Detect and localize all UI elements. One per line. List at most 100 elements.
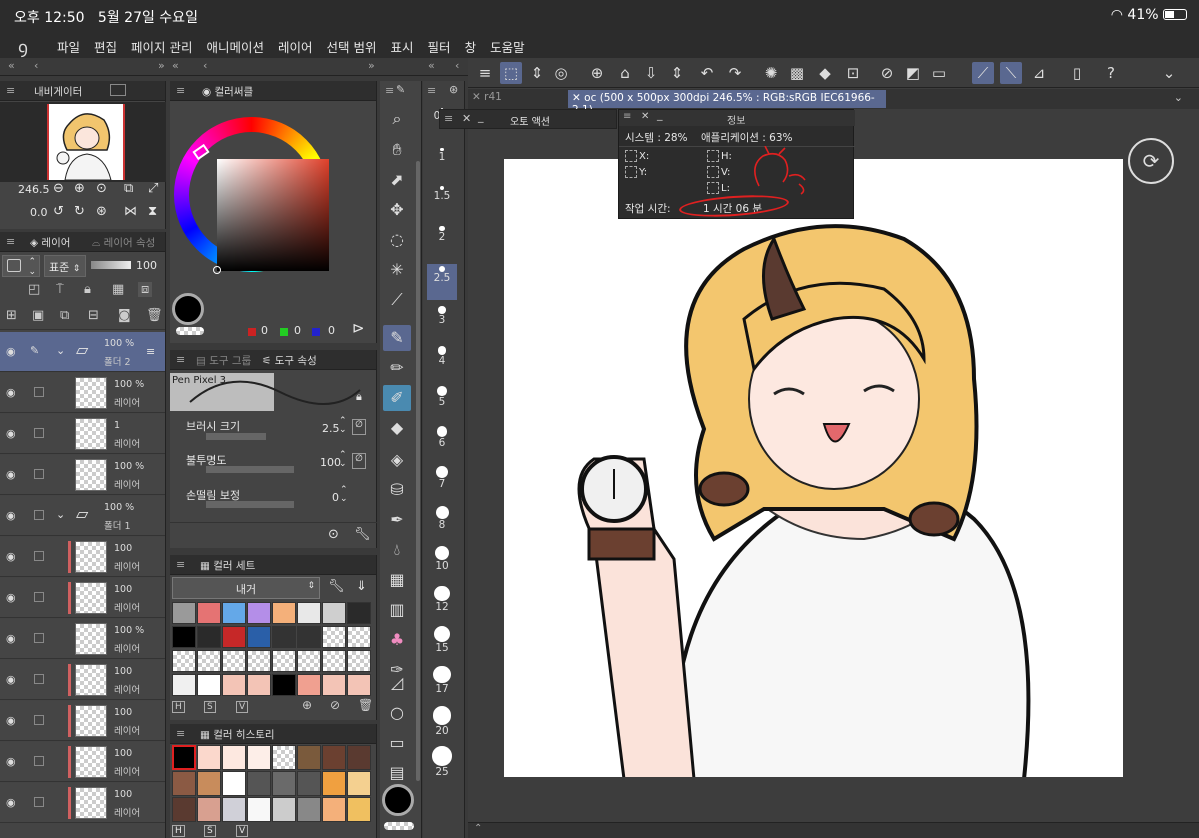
pressure-icon[interactable]: ∅ [352, 453, 366, 469]
history-swatch[interactable] [247, 771, 271, 796]
history-swatch[interactable] [347, 771, 371, 796]
color-swatch[interactable] [222, 650, 246, 672]
color-cursor[interactable] [213, 266, 221, 274]
color-swatch[interactable] [347, 674, 371, 696]
pressure-icon[interactable]: ∅ [352, 419, 366, 435]
layer-checkbox[interactable] [34, 756, 44, 766]
blend-tool-icon[interactable]: 💧︎ [383, 537, 411, 563]
hamburger-icon[interactable]: ≡ [474, 62, 496, 84]
layer-type-select[interactable]: ⌃ ⌄ [2, 255, 40, 277]
tab-tool-group[interactable]: ▤ 도구 그룹 [196, 353, 251, 368]
brush-size-item[interactable]: 12 [427, 584, 457, 613]
color-swatch[interactable] [222, 626, 246, 648]
tool-opacity-slider[interactable] [206, 466, 294, 473]
color-swatch[interactable] [197, 602, 221, 624]
stepper-icon[interactable]: ⇕ [526, 62, 548, 84]
layer-row[interactable]: ◉ 100 레이어 [0, 660, 165, 700]
fit-window-icon[interactable]: ⧉ [124, 181, 133, 196]
layer-mask-icon[interactable]: ◙ [118, 308, 131, 323]
history-swatch[interactable] [222, 745, 246, 770]
move-layer-icon[interactable]: ✥ [383, 197, 411, 223]
history-swatch[interactable] [322, 745, 346, 770]
brush-size-item[interactable]: 7 [427, 464, 457, 490]
stepper-icon[interactable]: ⇕ [666, 62, 688, 84]
chevron-down-icon[interactable]: ⌄ [56, 508, 65, 521]
chevron-down-icon[interactable]: ⌄ [56, 344, 65, 357]
rotate-right-icon[interactable]: ↻ [74, 204, 85, 219]
eye-icon[interactable]: ◉ [6, 591, 16, 604]
history-swatch[interactable] [272, 745, 296, 770]
menu-item[interactable]: 페이지 관리 [131, 37, 192, 56]
layer-row[interactable]: ◉ 1 레이어 [0, 414, 165, 454]
menu-icon[interactable]: ≡ [176, 353, 185, 366]
lock-icon[interactable]: 🔒︎ [356, 390, 362, 404]
close-icon[interactable]: ✕ [472, 91, 481, 103]
lock-transparent-icon[interactable]: ▦ [112, 282, 124, 297]
loading-icon[interactable]: ✺ [760, 62, 782, 84]
close-icon[interactable]: ✕ [462, 112, 471, 125]
frame-tool-icon[interactable]: ▦ [383, 567, 411, 593]
color-swatch[interactable] [172, 626, 196, 648]
layer-row[interactable]: ◉ 100 % 레이어 [0, 373, 165, 413]
flip-vertical-icon[interactable]: ⧗ [148, 204, 157, 219]
chevron-down-icon[interactable]: ⌄ [1158, 62, 1180, 84]
color-swatch[interactable] [297, 602, 321, 624]
gradient-tool-icon[interactable]: ▥ [383, 597, 411, 623]
save-icon[interactable]: ⇩ [640, 62, 662, 84]
delete-layer-icon[interactable]: 🗑︎ [146, 308, 163, 323]
layer-checkbox[interactable] [34, 797, 44, 807]
color-swatch[interactable] [322, 626, 346, 648]
color-swatch[interactable] [222, 674, 246, 696]
brush-size-item[interactable]: 3 [427, 304, 457, 326]
zoom-in-icon[interactable]: ⊕ [74, 181, 85, 196]
airbrush-icon[interactable]: ⛁ [383, 477, 411, 503]
hsv-v-toggle[interactable]: V [236, 701, 249, 713]
history-swatch[interactable] [197, 797, 221, 822]
menu-item[interactable]: 편집 [94, 37, 117, 56]
layer-row[interactable]: ◉ 100 레이어 [0, 742, 165, 782]
menu-icon[interactable]: ≡ [6, 84, 15, 97]
rotate-left-icon[interactable]: ↺ [53, 204, 64, 219]
merge-down-icon[interactable]: ⊟ [88, 308, 99, 323]
cake-icon[interactable]: ♣ [383, 627, 411, 653]
collapse-right-icon[interactable]: » [158, 59, 165, 72]
menu-item[interactable]: 필터 [428, 37, 451, 56]
flip-horizontal-icon[interactable]: ⋈ [124, 204, 137, 219]
menu-icon[interactable]: ≡ [6, 235, 15, 248]
layer-folder-row[interactable]: ◉ ⌄ ▱ 100 % 폴더 1 [0, 496, 165, 536]
mobile-icon[interactable]: ▯ [1066, 62, 1088, 84]
color-swatch[interactable] [322, 650, 346, 672]
tool-main-color-swatch[interactable] [382, 784, 414, 816]
brush-size-item[interactable]: 2 [427, 224, 457, 243]
duplicate-layer-icon[interactable]: ⧉ [60, 308, 69, 323]
menu-icon[interactable]: ≡ [176, 84, 185, 97]
perspective-icon[interactable]: ⊿ [1028, 62, 1050, 84]
stepper-icon[interactable]: ⌃ ⌄ [339, 417, 347, 435]
color-swatch[interactable] [172, 674, 196, 696]
chevron-down-icon[interactable]: ⌄ [1174, 91, 1183, 104]
select-layer-icon[interactable]: ⬚ [500, 62, 522, 84]
chevron-left-icon[interactable]: ‹ [203, 59, 207, 72]
new-file-icon[interactable]: ⊕ [586, 62, 608, 84]
color-swatch[interactable] [197, 626, 221, 648]
history-swatch[interactable] [197, 745, 221, 770]
open-icon[interactable]: ⌂ [614, 62, 636, 84]
layer-checkbox[interactable] [34, 592, 44, 602]
color-swatch[interactable] [322, 674, 346, 696]
eye-icon[interactable]: ◉ [6, 632, 16, 645]
color-swatch[interactable] [322, 602, 346, 624]
history-swatch[interactable] [347, 797, 371, 822]
color-swatch[interactable] [222, 602, 246, 624]
preview-icon[interactable] [110, 84, 126, 96]
color-swatch[interactable] [247, 626, 271, 648]
color-set-select[interactable]: 내거 ⇕ [172, 577, 320, 599]
tool-transparent-swatch[interactable] [384, 822, 414, 830]
menu-icon[interactable]: ≡ [176, 727, 185, 740]
tab-r41[interactable]: ✕ r41 [472, 91, 566, 107]
lasso-tool-icon[interactable]: ◌ [383, 227, 411, 253]
color-swatch[interactable] [197, 674, 221, 696]
history-swatch[interactable] [172, 771, 196, 796]
menu-item[interactable]: 창 [465, 37, 477, 56]
layer-checkbox[interactable] [34, 715, 44, 725]
new-folder-icon[interactable]: ▣ [32, 308, 44, 323]
